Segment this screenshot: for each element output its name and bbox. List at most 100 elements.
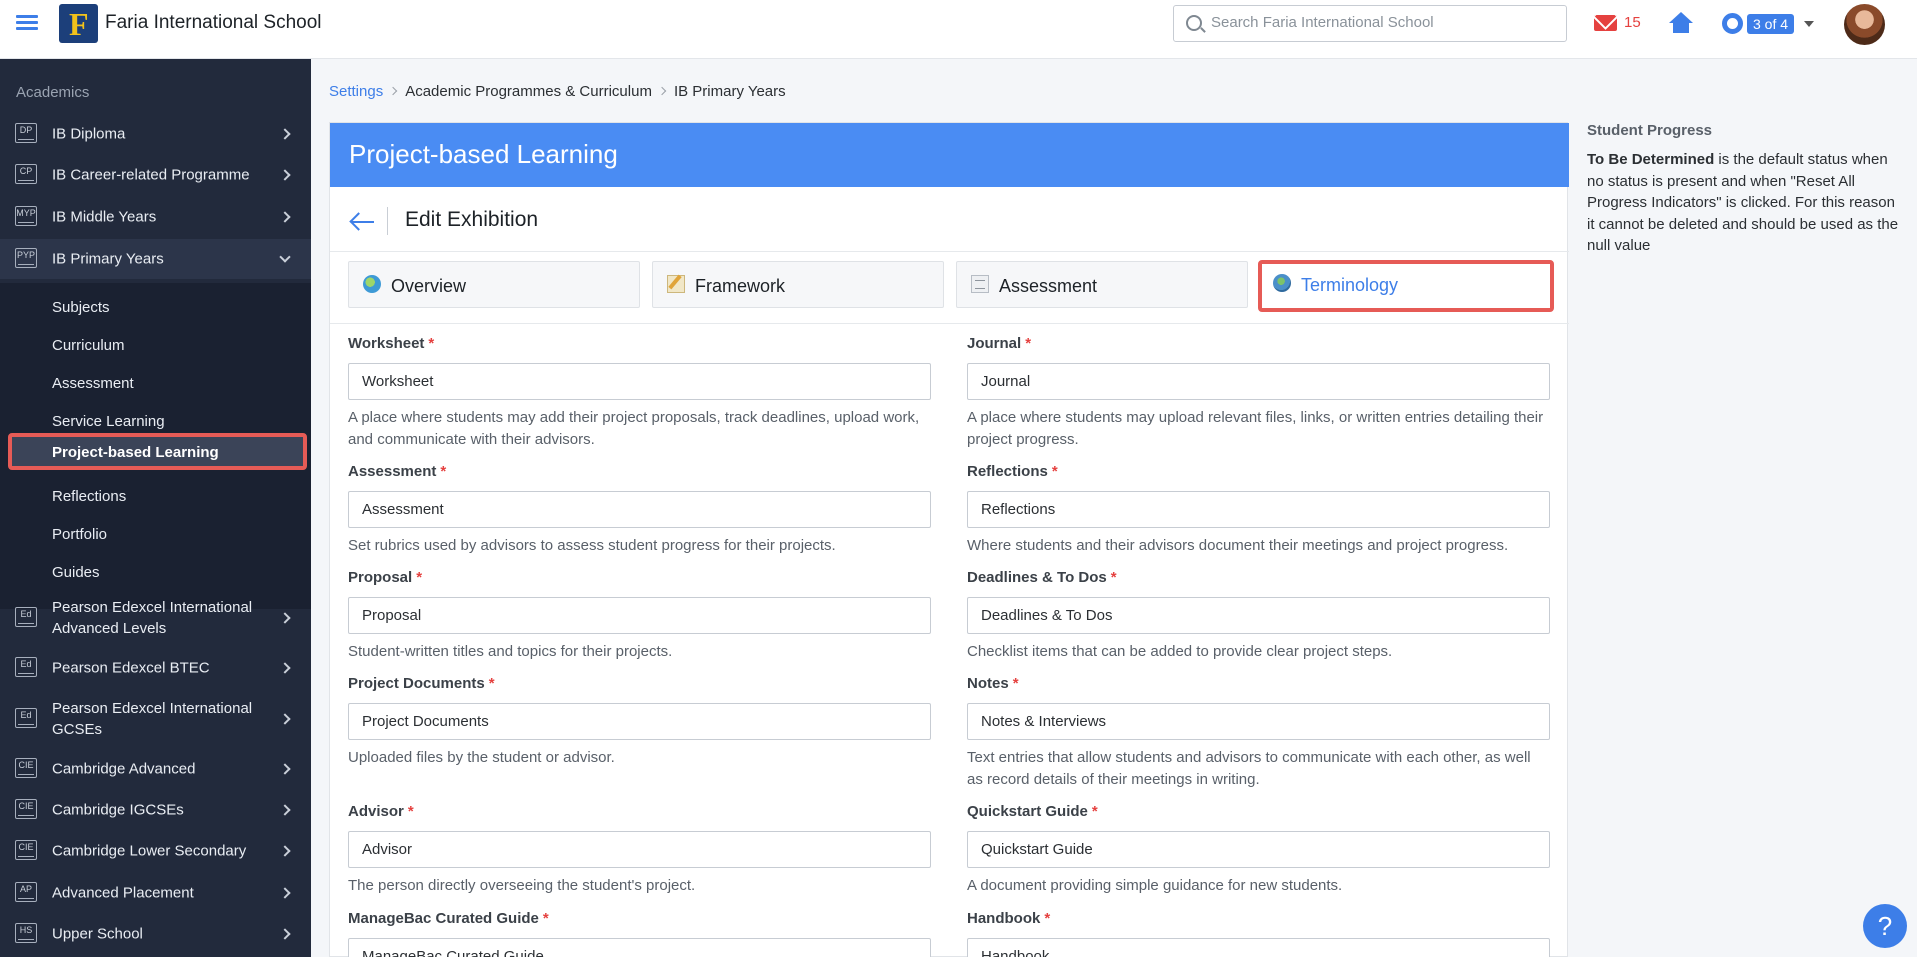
logo-letter: F [69,6,89,42]
field-label: Deadlines & To Dos [967,569,1107,586]
field-label: Notes [967,675,1009,692]
field-deadlines: Deadlines & To Dos* Checklist items that… [967,569,1550,663]
field-quickstart-guide: Quickstart Guide* A document providing s… [967,803,1550,897]
tab-label: Overview [391,276,467,296]
tab-assessment[interactable]: Assessment [956,261,1248,308]
school-logo[interactable]: F [59,4,98,43]
sidebar-subitem-service-learning[interactable]: Service Learning [52,413,165,430]
programme-badge: CIE [15,758,37,778]
required-asterisk: * [1091,803,1098,820]
worksheet-input[interactable] [348,363,931,400]
field-assessment: Assessment* Set rubrics used by advisors… [348,463,931,557]
required-asterisk: * [488,675,495,692]
sidebar-section-label: Academics [16,84,90,101]
field-handbook: Handbook * [967,910,1550,957]
sidebar-item-edexcel-igcse[interactable]: Ed Pearson Edexcel International GCSEs [0,692,311,746]
sidebar-item-ib-diploma[interactable]: DP IB Diploma [0,114,311,154]
sidebar-subitem-project-based-learning[interactable]: Project-based Learning [8,433,307,470]
divider [330,251,1569,252]
proposal-input[interactable] [348,597,931,634]
sidebar-item-ib-middle-years[interactable]: MYP IB Middle Years [0,197,311,237]
advisor-input[interactable] [348,831,931,868]
student-progress-panel: Student Progress To Be Determined is the… [1587,122,1899,257]
sidebar-item-label: IB Career-related Programme [52,166,250,184]
field-label: Project Documents [348,675,485,692]
programme-badge: HS [15,923,37,943]
sidebar-item-edexcel-ial[interactable]: Ed Pearson Edexcel International Advance… [0,591,311,645]
search-box[interactable] [1173,5,1567,42]
sidebar-item-cambridge-igcse[interactable]: CIE Cambridge IGCSEs [0,790,311,830]
mail-count[interactable]: 15 [1624,14,1641,31]
chevron-right-icon [279,612,291,624]
home-icon[interactable] [1669,12,1693,34]
programme-badge: MYP [15,206,37,226]
breadcrumb-settings[interactable]: Settings [329,83,383,100]
required-asterisk: * [1012,675,1019,692]
sidebar-item-label: Pearson Edexcel International Advanced L… [52,599,253,637]
sidebar-subitem-curriculum[interactable]: Curriculum [52,337,125,354]
lifebuoy-icon[interactable] [1722,13,1743,34]
quickstart-guide-input[interactable] [967,831,1550,868]
sidebar-item-label: Cambridge Lower Secondary [52,842,247,860]
back-arrow-icon[interactable] [349,212,375,232]
sidebar-item-label: IB Diploma [52,125,126,143]
sidebar-item-ib-primary-years[interactable]: PYP IB Primary Years [0,239,311,279]
programme-badge: Ed [15,657,37,677]
sidebar-subitem-assessment[interactable]: Assessment [52,375,134,392]
required-asterisk: * [407,803,414,820]
sidebar-subitem-subjects[interactable]: Subjects [52,299,110,316]
sidebar-subitem-portfolio[interactable]: Portfolio [52,526,107,543]
chevron-down-icon[interactable] [1804,21,1814,27]
managebac-guide-input[interactable] [348,938,931,957]
field-managebac-guide: ManageBac Curated Guide * [348,910,931,957]
help-progress-badge[interactable]: 3 of 4 [1747,14,1795,34]
programme-badge: Ed [15,607,37,627]
programme-badge: CIE [15,840,37,860]
field-label: Journal [967,335,1022,352]
field-notes: Notes* Text entries that allow students … [967,675,1550,791]
sidebar-item-cambridge-advanced[interactable]: CIE Cambridge Advanced [0,749,311,789]
notes-input[interactable] [967,703,1550,740]
sidebar-item-label: Cambridge IGCSEs [52,801,184,819]
deadlines-input[interactable] [967,597,1550,634]
breadcrumb-academic-programmes[interactable]: Academic Programmes & Curriculum [405,83,652,100]
journal-input[interactable] [967,363,1550,400]
sidebar-subitem-guides[interactable]: Guides [52,564,100,581]
sidebar-subitem-reflections[interactable]: Reflections [52,488,126,505]
breadcrumb-separator-icon [388,86,398,96]
field-help: A place where students may upload releva… [967,409,1544,448]
help-button[interactable]: ? [1863,904,1907,948]
chevron-right-icon [279,128,291,140]
chevron-down-icon [279,251,291,263]
reflections-input[interactable] [967,491,1550,528]
school-name[interactable]: Faria International School [105,12,322,34]
sidebar-item-upper-school[interactable]: HS Upper School [0,914,311,954]
globe-icon [363,275,381,293]
sidebar-item-label: Pearson Edexcel International GCSEs [52,700,253,738]
sidebar-item-label: Upper School [52,925,143,943]
tab-terminology[interactable]: Terminology [1258,260,1554,312]
handbook-input[interactable] [967,938,1550,957]
sidebar-item-edexcel-btec[interactable]: Ed Pearson Edexcel BTEC [0,648,311,688]
field-label: Worksheet [348,335,425,352]
assessment-input[interactable] [348,491,931,528]
required-asterisk: * [428,335,435,352]
mail-icon[interactable] [1594,15,1617,31]
sidebar: Academics DP IB Diploma CP IB Career-rel… [0,59,311,957]
breadcrumb-ib-primary-years: IB Primary Years [673,83,786,100]
field-help: Set rubrics used by advisors to assess s… [348,537,836,554]
sidebar-item-ib-career[interactable]: CP IB Career-related Programme [0,155,311,195]
page-title: Project-based Learning [349,139,618,169]
avatar[interactable] [1844,4,1885,45]
tab-overview[interactable]: Overview [348,261,640,308]
sidebar-item-cambridge-lower-secondary[interactable]: CIE Cambridge Lower Secondary [0,831,311,871]
menu-icon[interactable] [16,12,38,34]
chevron-right-icon [279,845,291,857]
search-input[interactable] [1211,14,1551,31]
programme-badge: PYP [15,248,37,268]
tab-framework[interactable]: Framework [652,261,944,308]
project-documents-input[interactable] [348,703,931,740]
chevron-right-icon [279,928,291,940]
sidebar-item-advanced-placement[interactable]: AP Advanced Placement [0,873,311,913]
field-label: ManageBac Curated Guide [348,910,539,927]
